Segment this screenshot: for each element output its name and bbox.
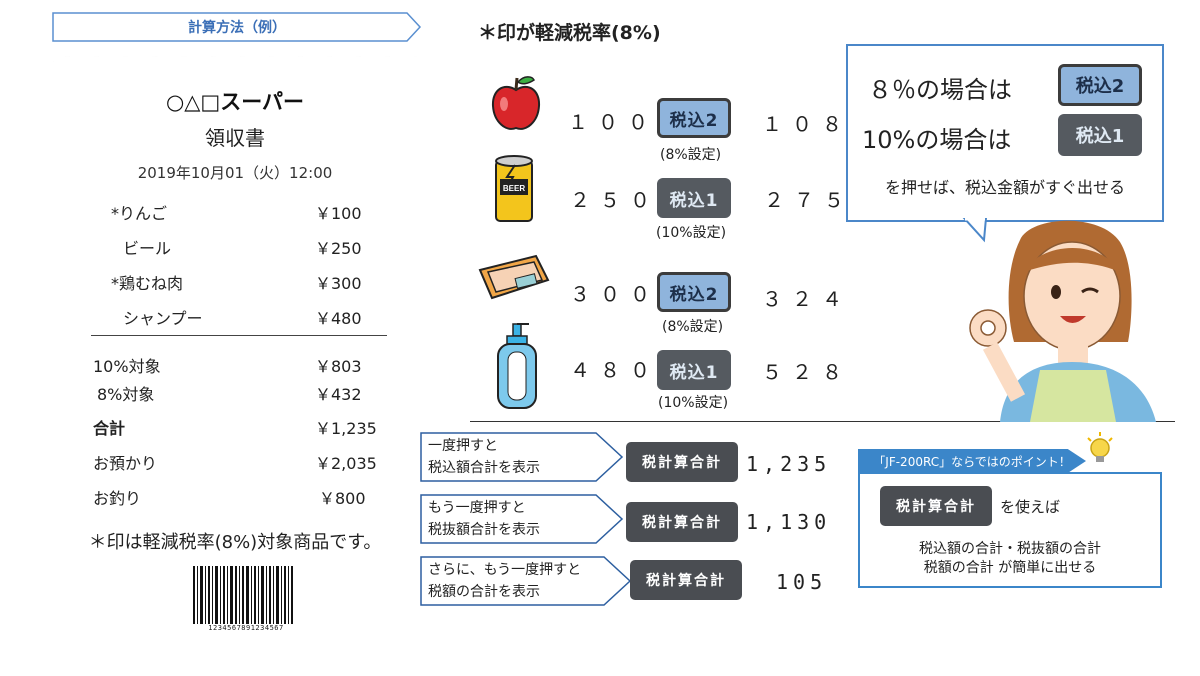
title-banner: 計算方法（例） bbox=[52, 12, 422, 42]
bubble-line-8: ８％の場合は bbox=[868, 76, 1012, 104]
action-step: さらに、もう一度押すと 税額の合計を表示 bbox=[420, 556, 632, 606]
receipt-divider bbox=[91, 335, 387, 336]
item-price: ３００ bbox=[570, 282, 660, 306]
tax-incl-1-button[interactable]: 税込1 bbox=[657, 178, 731, 218]
reduced-tax-title: ＊印が軽減税率(8%) bbox=[478, 22, 661, 44]
action-result: 105 bbox=[776, 570, 828, 594]
receipt-paid-label: お預かり bbox=[93, 454, 158, 473]
receipt-item-price: ￥300 bbox=[315, 274, 362, 293]
speech-bubble: ８％の場合は 税込2 10%の場合は 税込1 を押せば、税込金額がすぐ出せる bbox=[846, 44, 1164, 222]
setting-label: (10%設定) bbox=[656, 225, 727, 241]
receipt-item-price: ￥100 bbox=[315, 204, 362, 223]
item-result: ２７５ bbox=[764, 188, 854, 212]
tax-incl-1-button[interactable]: 税込1 bbox=[657, 350, 731, 390]
receipt-subtotal-price: ￥803 bbox=[315, 357, 362, 376]
point-use-text: を使えば bbox=[1000, 498, 1061, 516]
tax-incl-2-button[interactable]: 税込2 bbox=[657, 272, 731, 312]
shampoo-bottle-icon bbox=[497, 323, 537, 409]
receipt-item-price: ￥480 bbox=[315, 309, 362, 328]
svg-text:BEER: BEER bbox=[503, 184, 525, 193]
apple-icon bbox=[491, 76, 541, 130]
action-text-line2: 税込額合計を表示 bbox=[428, 460, 540, 476]
point-box: 税計算合計 を使えば 税込額の合計・税抜額の合計 税額の合計 が簡単に出せる bbox=[858, 472, 1162, 588]
receipt-store-name: ○△□スーパー bbox=[165, 90, 305, 114]
item-result: ３２４ bbox=[762, 287, 852, 311]
action-step: もう一度押すと 税抜額合計を表示 bbox=[420, 494, 624, 544]
item-price: ２５０ bbox=[570, 188, 660, 212]
bubble-tax-incl-1-button[interactable]: 税込1 bbox=[1058, 114, 1142, 156]
receipt-total-price: ￥1,235 bbox=[315, 419, 377, 438]
point-tax-calc-total-button[interactable]: 税計算合計 bbox=[880, 486, 992, 526]
receipt-item-name: シャンプー bbox=[123, 309, 203, 328]
bubble-tax-incl-2-button[interactable]: 税込2 bbox=[1058, 64, 1142, 106]
receipt-change-label: お釣り bbox=[93, 489, 142, 508]
receipt-note: ＊印は軽減税率(8%)対象商品です。 bbox=[88, 532, 382, 553]
bubble-hint: を押せば、税込金額がすぐ出せる bbox=[884, 178, 1125, 197]
item-result: １０８ bbox=[762, 112, 852, 136]
chicken-meat-icon bbox=[478, 254, 550, 300]
receipt-item-name: *鶏むね肉 bbox=[111, 274, 184, 293]
receipt-subtotal-name: 8%対象 bbox=[97, 385, 155, 404]
action-result: 1,235 bbox=[746, 452, 832, 476]
item-result: ５２８ bbox=[762, 360, 852, 384]
receipt-paid-price: ￥2,035 bbox=[315, 454, 377, 473]
item-price: １００ bbox=[568, 110, 658, 134]
receipt-subtotal-price: ￥432 bbox=[315, 385, 362, 404]
action-text-line1: もう一度押すと bbox=[428, 500, 526, 516]
tax-incl-2-button[interactable]: 税込2 bbox=[657, 98, 731, 138]
action-text-line2: 税抜額合計を表示 bbox=[428, 522, 540, 538]
barcode-icon bbox=[193, 566, 293, 624]
receipt-item-price: ￥250 bbox=[315, 239, 362, 258]
banner-title: 計算方法（例） bbox=[188, 20, 286, 36]
action-text-line1: さらに、もう一度押すと bbox=[428, 562, 582, 578]
point-tab: 「JF-200RC」ならではのポイント！ bbox=[858, 449, 1086, 473]
barcode-number: 1234567891234567 bbox=[208, 624, 284, 632]
woman-ok-sign-icon bbox=[969, 220, 1156, 422]
lightbulb-icon bbox=[1087, 432, 1113, 462]
tax-calc-total-button[interactable]: 税計算合計 bbox=[626, 502, 738, 542]
action-text-line2: 税額の合計を表示 bbox=[428, 584, 540, 600]
setting-label: (8%設定) bbox=[662, 319, 724, 335]
beer-can-icon: BEER bbox=[495, 155, 533, 222]
receipt-subtotal-name: 10%対象 bbox=[93, 357, 161, 376]
receipt-doc-title: 領収書 bbox=[205, 126, 265, 150]
receipt: ○△□スーパー 領収書 2019年10月01（火）12:00 *りんご ￥100… bbox=[53, 56, 417, 650]
item-price: ４８０ bbox=[570, 358, 660, 382]
point-desc-line1: 税込額の合計・税抜額の合計 bbox=[919, 541, 1101, 557]
tax-calc-total-button[interactable]: 税計算合計 bbox=[630, 560, 742, 600]
bubble-line-10: 10%の場合は bbox=[862, 126, 1012, 154]
receipt-total-label: 合計 bbox=[93, 419, 126, 438]
setting-label: (10%設定) bbox=[658, 395, 729, 411]
receipt-item-name: *りんご bbox=[111, 204, 168, 223]
receipt-item-name: ビール bbox=[123, 239, 172, 258]
receipt-datetime: 2019年10月01（火）12:00 bbox=[137, 164, 333, 182]
receipt-change-price: ￥800 bbox=[319, 489, 366, 508]
action-result: 1,130 bbox=[746, 510, 832, 534]
tax-calc-total-button[interactable]: 税計算合計 bbox=[626, 442, 738, 482]
point-desc-line2: 税額の合計 が簡単に出せる bbox=[923, 560, 1097, 576]
action-text-line1: 一度押すと bbox=[428, 438, 498, 454]
action-step: 一度押すと 税込額合計を表示 bbox=[420, 432, 624, 482]
setting-label: (8%設定) bbox=[660, 147, 722, 163]
